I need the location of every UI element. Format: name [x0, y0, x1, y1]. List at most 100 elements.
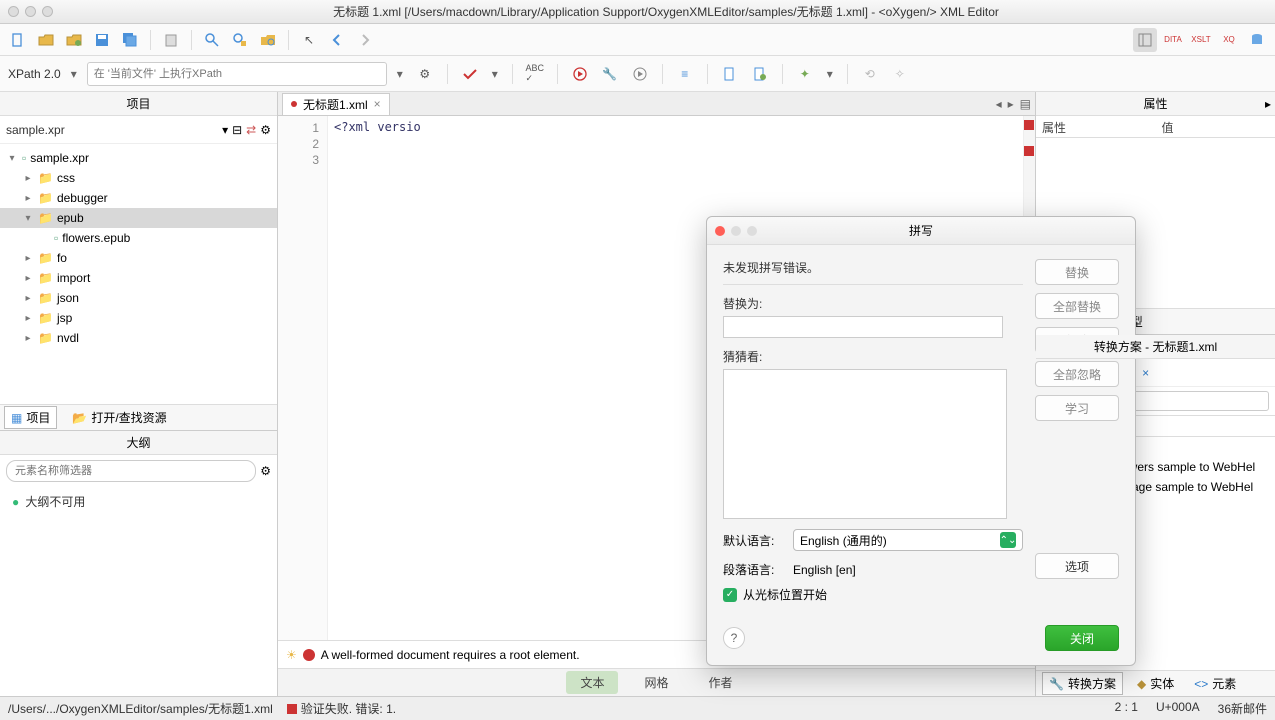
close-tab-icon[interactable]: × — [374, 97, 381, 111]
outline-filter-input[interactable] — [6, 460, 256, 482]
associate-schema-icon[interactable] — [748, 62, 772, 86]
expand-icon[interactable]: ▸ — [22, 273, 34, 284]
attributes-expand-icon[interactable]: ▸ — [1265, 97, 1271, 111]
xpath-version-dropdown-icon[interactable]: ▾ — [67, 67, 81, 81]
tree-item[interactable]: ▸📁json — [0, 288, 277, 308]
options-button[interactable]: 选项 — [1035, 553, 1119, 579]
refactor-icon[interactable]: ✦ — [793, 62, 817, 86]
refactor-dropdown-icon[interactable]: ▾ — [823, 67, 837, 81]
mode-grid[interactable]: 网格 — [630, 671, 682, 694]
link-editor-icon[interactable]: ⇄ — [246, 123, 256, 137]
perspective-xslt-icon[interactable]: XSLT — [1189, 28, 1213, 52]
tab-transform[interactable]: 🔧转换方案 — [1042, 672, 1123, 695]
project-settings-icon[interactable]: ⚙ — [260, 123, 271, 137]
tab-entity[interactable]: ◆实体 — [1131, 673, 1180, 694]
collapse-icon[interactable]: ↖ — [297, 28, 321, 52]
close-window-icon[interactable] — [8, 6, 19, 17]
project-panel-label: 项目 — [126, 95, 150, 112]
search-icon[interactable] — [200, 28, 224, 52]
close-button[interactable]: 关闭 — [1045, 625, 1119, 651]
configure-transform-icon[interactable]: 🔧 — [598, 62, 622, 86]
back-icon[interactable] — [325, 28, 349, 52]
replace-all-button[interactable]: 全部替换 — [1035, 293, 1119, 319]
xpath-settings-icon[interactable]: ⚙ — [413, 62, 437, 86]
expand-icon[interactable]: ▸ — [22, 333, 34, 344]
tree-item[interactable]: ▸📁fo — [0, 248, 277, 268]
paste-icon[interactable] — [159, 28, 183, 52]
tree-item-label: flowers.epub — [62, 231, 130, 245]
status-mail[interactable]: 36新邮件 — [1218, 700, 1267, 717]
editor-tab[interactable]: 无标题1.xml × — [282, 93, 390, 115]
tree-item[interactable]: ▫flowers.epub — [0, 228, 277, 248]
error-marker-icon[interactable] — [1024, 120, 1034, 130]
new-file-icon[interactable] — [6, 28, 30, 52]
expand-icon[interactable]: ▸ — [22, 173, 34, 184]
mode-text[interactable]: 文本 — [566, 671, 618, 694]
outline-panel-label: 大纲 — [126, 434, 150, 451]
debug-icon[interactable] — [628, 62, 652, 86]
perspective-editor-icon[interactable] — [1133, 28, 1157, 52]
validate-dropdown-icon[interactable]: ▾ — [488, 67, 502, 81]
xpath-history-dropdown-icon[interactable]: ▾ — [393, 67, 407, 81]
tree-item[interactable]: ▸📁jsp — [0, 308, 277, 328]
minimize-window-icon[interactable] — [25, 6, 36, 17]
learn-button[interactable]: 学习 — [1035, 395, 1119, 421]
expand-icon[interactable]: ▸ — [22, 253, 34, 264]
find-in-files-icon[interactable] — [256, 28, 280, 52]
replace-with-input[interactable] — [723, 316, 1003, 338]
mode-author[interactable]: 作者 — [695, 671, 747, 694]
forward-icon[interactable] — [353, 28, 377, 52]
tab-project[interactable]: ▦项目 — [4, 406, 57, 429]
prev-tab-icon[interactable]: ◂ — [996, 97, 1002, 111]
expand-icon[interactable]: ▾ — [6, 153, 18, 164]
save-all-icon[interactable] — [118, 28, 142, 52]
tab-open-resource[interactable]: 📂打开/查找资源 — [65, 406, 173, 429]
perspective-db-icon[interactable] — [1245, 28, 1269, 52]
perspective-dita-icon[interactable]: DITA — [1161, 28, 1185, 52]
help-button[interactable]: ? — [723, 627, 745, 649]
tab-list-icon[interactable]: ▤ — [1020, 97, 1031, 111]
stop-icon[interactable]: ✧ — [888, 62, 912, 86]
project-dropdown-icon[interactable]: ▾ — [222, 123, 228, 137]
start-from-cursor-checkbox[interactable]: ✓ 从光标位置开始 — [723, 586, 1023, 603]
profile-icon[interactable]: ⟲ — [858, 62, 882, 86]
spellcheck-icon[interactable]: ABC✓ — [523, 62, 547, 86]
ignore-all-button[interactable]: 全部忽略 — [1035, 361, 1119, 387]
tree-item[interactable]: ▾📁epub — [0, 208, 277, 228]
expand-icon[interactable]: ▾ — [22, 213, 34, 224]
tree-item[interactable]: ▸📁nvdl — [0, 328, 277, 348]
default-language-select[interactable]: English (通用的) ⌃⌄ — [793, 529, 1023, 551]
find-replace-icon[interactable] — [228, 28, 252, 52]
zoom-window-icon[interactable] — [42, 6, 53, 17]
run-icon[interactable] — [568, 62, 592, 86]
tree-item[interactable]: ▸📁css — [0, 168, 277, 188]
suggestions-list[interactable] — [723, 369, 1007, 519]
delete-transform-icon[interactable]: × — [1142, 366, 1149, 380]
validate-icon[interactable] — [458, 62, 482, 86]
next-tab-icon[interactable]: ▸ — [1008, 97, 1014, 111]
open-file-icon[interactable] — [34, 28, 58, 52]
tree-item[interactable]: ▸📁debugger — [0, 188, 277, 208]
save-icon[interactable] — [90, 28, 114, 52]
format-indent-icon[interactable]: ≡ — [673, 62, 697, 86]
spellcheck-dialog: 拼写 未发现拼写错误。 替换为: 猜猜看: 默认语言: English (通用的… — [706, 216, 1136, 666]
xpath-input[interactable] — [87, 62, 387, 86]
perspective-xq-icon[interactable]: XQ — [1217, 28, 1241, 52]
select-arrow-icon: ⌃⌄ — [1000, 532, 1016, 548]
dialog-close-icon[interactable] — [715, 226, 725, 236]
marker-settings-icon[interactable]: ☀ — [286, 648, 297, 662]
tree-item[interactable]: ▾▫sample.xpr — [0, 148, 277, 168]
generate-doc-icon[interactable] — [718, 62, 742, 86]
collapse-all-icon[interactable]: ⊟ — [232, 123, 242, 137]
open-project-icon[interactable] — [62, 28, 86, 52]
tab-element[interactable]: <>元素 — [1188, 673, 1242, 694]
expand-icon[interactable]: ▸ — [22, 193, 34, 204]
outline-settings-icon[interactable]: ⚙ — [260, 464, 271, 478]
replace-button[interactable]: 替换 — [1035, 259, 1119, 285]
expand-icon[interactable]: ▸ — [22, 293, 34, 304]
expand-icon[interactable]: ▸ — [22, 313, 34, 324]
project-panel-title: 项目 — [0, 92, 277, 116]
tree-item[interactable]: ▸📁import — [0, 268, 277, 288]
error-marker-icon[interactable] — [1024, 146, 1034, 156]
project-selector[interactable]: sample.xpr ▾ ⊟ ⇄ ⚙ — [0, 116, 277, 144]
